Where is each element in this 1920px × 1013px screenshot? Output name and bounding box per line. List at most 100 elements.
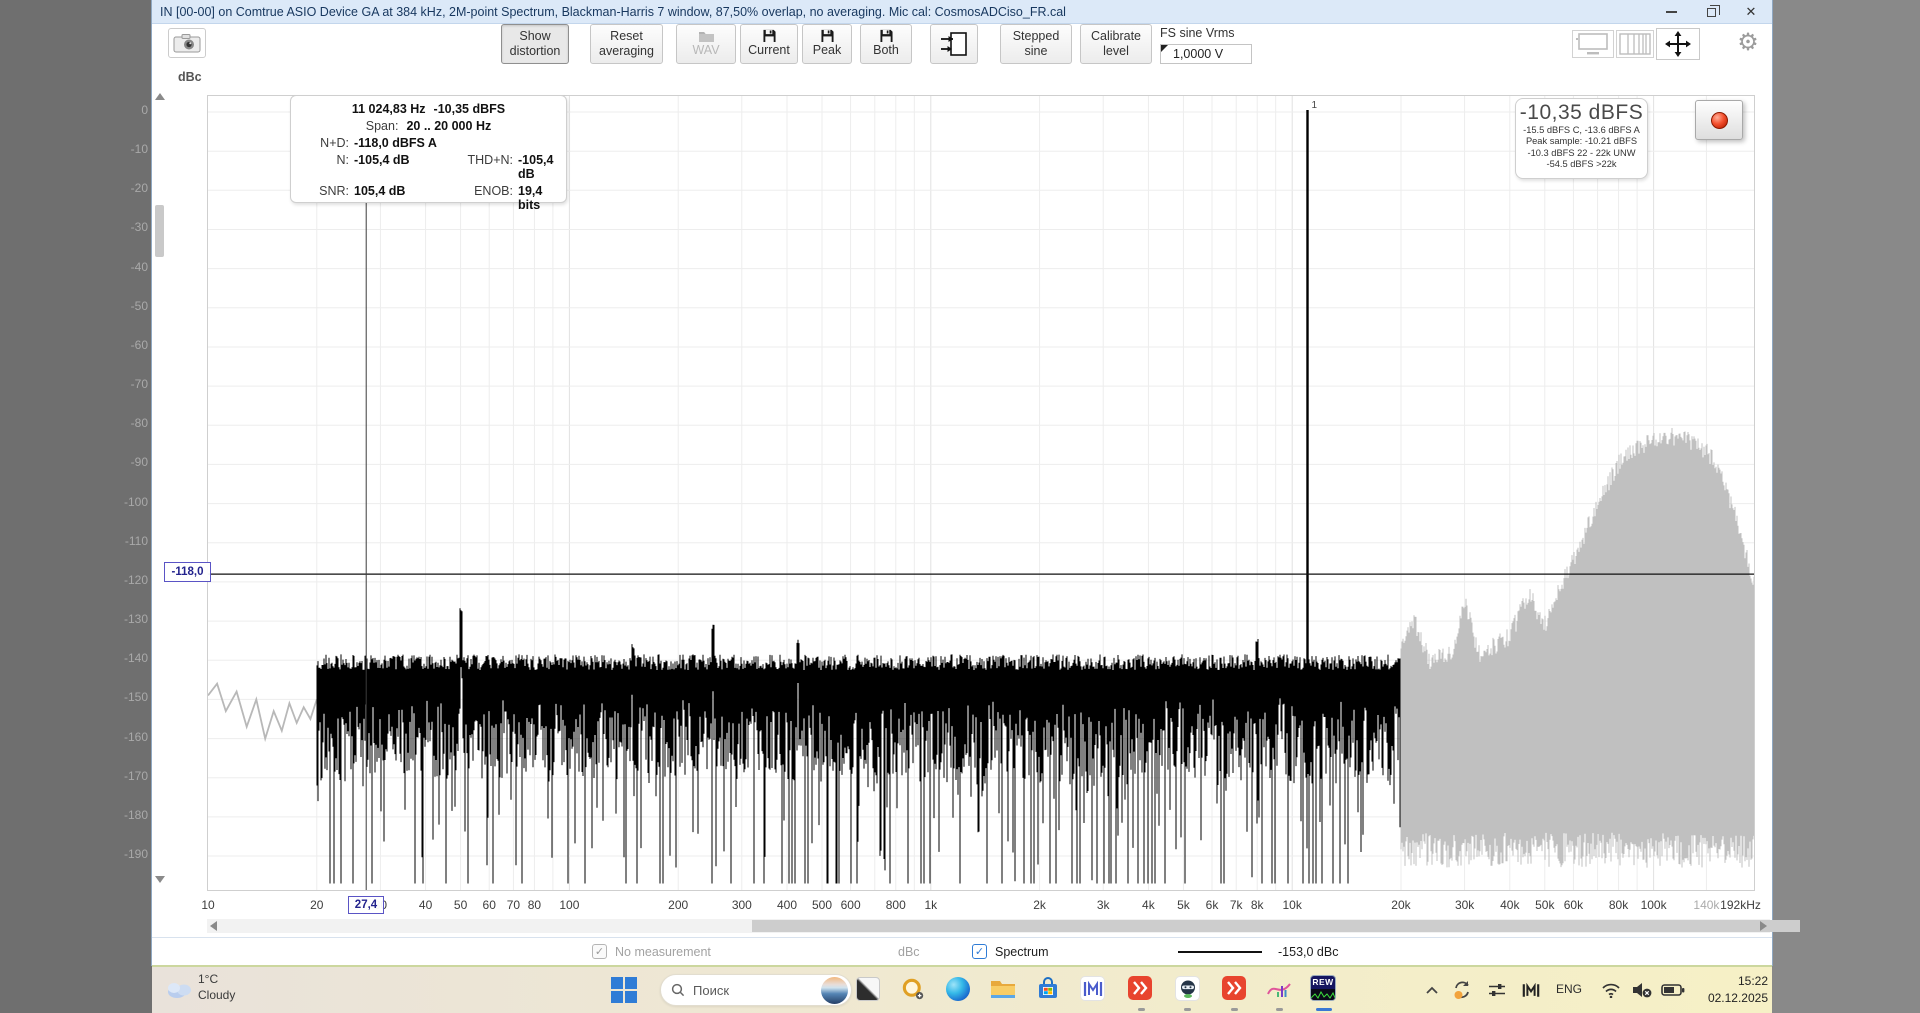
spectrum-plot[interactable]: 1 [207, 95, 1755, 891]
fs-sine-vrms-label: FS sine Vrms [1160, 26, 1235, 40]
display-view-button[interactable] [1572, 30, 1614, 58]
taskbar-icon-rew[interactable]: REW [1310, 975, 1336, 1001]
input-level-box: -10,35 dBFS -15.5 dBFS C, -13.6 dBFS A P… [1515, 98, 1648, 179]
tray-mixer-app[interactable] [1486, 980, 1508, 1000]
sliders-icon [1488, 982, 1506, 998]
noise-level-marker[interactable]: -118,0 [164, 562, 211, 582]
vertical-scrollbar[interactable] [154, 93, 166, 891]
running-indicator-active [1316, 1008, 1332, 1011]
taskbar-icon-red-installer-2[interactable] [1222, 976, 1246, 1000]
tray-m-audio-app[interactable] [1520, 980, 1542, 1000]
scroll-left-icon[interactable] [210, 921, 217, 931]
calibrate-level-button[interactable]: Calibrate level [1080, 24, 1152, 64]
curves-icon [1266, 978, 1292, 1000]
restore-button[interactable] [1704, 5, 1718, 19]
save-peak-label: Peak [813, 43, 842, 58]
window-title: IN [00-00] on Comtrue ASIO Device GA at … [152, 5, 1066, 19]
horizontal-scrollbar[interactable] [207, 919, 1770, 933]
y-tick-label: -140 [104, 651, 148, 665]
y-tick-label: -160 [104, 730, 148, 744]
camera-icon [173, 33, 201, 53]
x-tick-label: 192kHz [1720, 898, 1761, 912]
x-tick-label: 50 [454, 898, 467, 912]
tray-expand-button[interactable] [1423, 982, 1441, 998]
y-tick-label: -170 [104, 769, 148, 783]
weather-temp[interactable]: 1°C [198, 972, 218, 986]
save-icon [879, 29, 894, 42]
taskbar-icon-analyzer-curves[interactable] [1266, 976, 1292, 1002]
weather-condition[interactable]: Cloudy [198, 988, 235, 1002]
x-tick-label: 20 [310, 898, 323, 912]
store-icon [1036, 977, 1060, 1001]
save-both-button[interactable]: Both [860, 24, 912, 64]
y-tick-label: -90 [104, 455, 148, 469]
taskbar-icon-magnifier-tool[interactable] [900, 976, 926, 1002]
y-tick-label: -150 [104, 690, 148, 704]
show-distortion-label: Show distortion [502, 29, 568, 60]
x-tick-label: 300 [732, 898, 752, 912]
y-tick-label: -40 [104, 260, 148, 274]
y-tick-label: -20 [104, 181, 148, 195]
taskbar-icon-edge[interactable] [945, 976, 971, 1002]
start-button[interactable] [610, 976, 638, 1004]
contrast-icon [856, 977, 880, 1001]
record-button[interactable] [1695, 100, 1743, 140]
frequency-cursor-value: 27,4 [355, 899, 377, 911]
search-box[interactable]: Поиск [660, 974, 852, 1006]
running-indicator [1138, 1008, 1145, 1011]
weather-widget[interactable] [164, 977, 196, 1001]
rew-icon-label: REW [1311, 976, 1335, 989]
out-of-span-noise-trace [1401, 428, 1754, 868]
x-tick-label: 500 [812, 898, 832, 912]
show-distortion-button[interactable]: Show distortion [501, 24, 569, 64]
span-label: Span: [366, 119, 399, 133]
scroll-down-icon[interactable] [155, 876, 165, 883]
minimize-button[interactable] [1664, 5, 1678, 19]
right-gray-margin [1772, 0, 1920, 1013]
x-tick-label: 2k [1033, 898, 1046, 912]
taskbar-icon-m-audio-app[interactable] [1080, 976, 1105, 1001]
save-peak-button[interactable]: Peak [802, 24, 852, 64]
loopback-button[interactable] [930, 24, 978, 64]
search-highlight-art[interactable] [821, 977, 848, 1004]
wav-button[interactable]: WAV [676, 24, 736, 64]
columns-view-button[interactable] [1616, 30, 1654, 58]
save-current-button[interactable]: Current [740, 24, 798, 64]
reset-averaging-button[interactable]: Reset averaging [590, 24, 663, 64]
x-tick-label: 800 [886, 898, 906, 912]
titlebar[interactable]: IN [00-00] on Comtrue ASIO Device GA at … [152, 0, 1772, 24]
save-icon [762, 29, 777, 42]
no-measurement-checkbox[interactable]: ✓ [592, 944, 607, 959]
taskbar-icon-ninja-app[interactable] [1175, 976, 1200, 1001]
taskbar-icon-microsoft-store[interactable] [1035, 976, 1061, 1002]
taskbar-icon-file-explorer[interactable] [990, 976, 1016, 1002]
spectrum-label: Spectrum [995, 945, 1049, 959]
volume-muted-indicator[interactable] [1630, 980, 1654, 1000]
settings-gear-button[interactable]: ⚙ [1732, 26, 1764, 58]
cursor-frequency: 11 024,83 Hz [352, 102, 426, 116]
x-tick-label: 400 [777, 898, 797, 912]
taskbar-icon-red-installer-1[interactable] [1128, 976, 1152, 1000]
stepped-sine-button[interactable]: Stepped sine [1000, 24, 1072, 64]
language-indicator[interactable]: ENG [1556, 982, 1582, 996]
check-icon: ✓ [595, 945, 604, 958]
cloud-icon [165, 979, 195, 999]
taskbar-icon-contrast-tool[interactable] [855, 976, 881, 1002]
wifi-indicator[interactable] [1600, 980, 1622, 1000]
spectrum-trace-swatch [1178, 951, 1262, 953]
search-placeholder: Поиск [693, 983, 821, 998]
fs-sine-vrms-input[interactable]: 1,0000 V [1160, 44, 1252, 64]
calibrate-level-label: Calibrate level [1081, 29, 1151, 60]
spectrum-checkbox[interactable]: ✓ [972, 944, 987, 959]
screenshot-button[interactable] [168, 28, 206, 58]
frequency-cursor-marker[interactable]: 27,4 [348, 896, 384, 914]
scroll-up-icon[interactable] [155, 93, 165, 100]
vertical-scroll-thumb[interactable] [155, 205, 164, 257]
move-arrows-icon [1661, 31, 1695, 57]
clock[interactable]: 15:22 02.12.2025 [1680, 973, 1768, 1008]
close-button[interactable]: ✕ [1744, 5, 1758, 19]
scroll-right-icon[interactable] [1760, 921, 1767, 931]
tray-sync-app[interactable] [1450, 979, 1474, 1001]
horizontal-scroll-thumb[interactable] [752, 920, 1800, 932]
move-pan-button[interactable] [1656, 28, 1700, 60]
